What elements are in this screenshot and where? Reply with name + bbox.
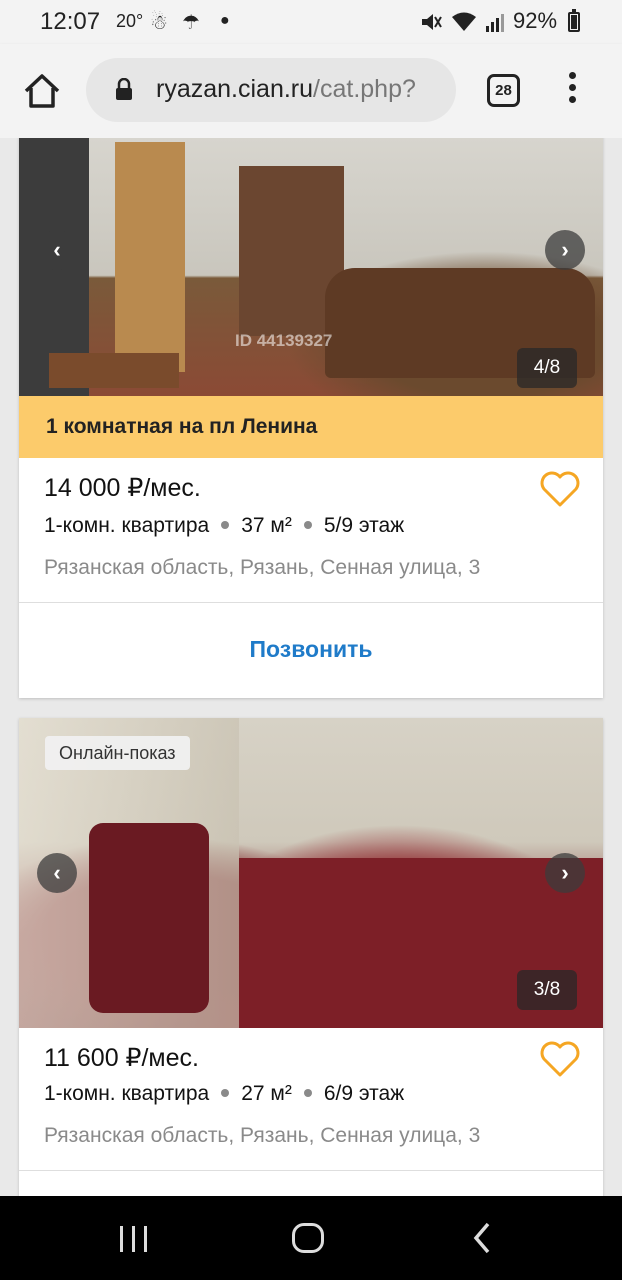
- divider: [19, 1170, 603, 1171]
- online-showing-badge: Онлайн-показ: [45, 736, 190, 770]
- table-image: [49, 353, 179, 388]
- call-button[interactable]: Позвонить: [19, 606, 603, 692]
- favorite-heart-icon[interactable]: [539, 1040, 581, 1078]
- prev-photo-button[interactable]: ‹: [37, 230, 77, 270]
- wifi-icon: [452, 12, 476, 31]
- home-nav-icon[interactable]: [292, 1223, 324, 1253]
- status-bar: 12:07 20° ☃ ☂ ● 92%: [0, 0, 622, 44]
- listing-rooms: 1-комн. квартира: [44, 1082, 210, 1105]
- wardrobe-image: [115, 142, 185, 372]
- tabs-button[interactable]: 28: [487, 74, 520, 107]
- listing-area: 37 м²: [241, 514, 292, 537]
- home-icon[interactable]: [22, 71, 62, 111]
- divider: [19, 602, 603, 603]
- listing-details: 1-комн. квартира 37 м² 5/9 этаж: [44, 514, 404, 538]
- listing-title-banner: 1 комнатная на пл Ленина: [19, 396, 603, 458]
- separator-dot: [303, 1088, 312, 1097]
- armchair-image: [89, 823, 209, 1013]
- signal-icon: [486, 14, 504, 32]
- back-icon[interactable]: [470, 1220, 494, 1256]
- mute-icon: [422, 14, 442, 30]
- listing-photo[interactable]: ID 44139327 ‹ › 4/8: [19, 138, 603, 396]
- dot-icon: ●: [220, 12, 230, 29]
- system-nav-bar: [0, 1196, 622, 1280]
- url-path: /cat.php?: [313, 75, 416, 103]
- listing-address: Рязанская область, Рязань, Сенная улица,…: [44, 1124, 481, 1147]
- listing-price: 11 600 ₽/мес.: [44, 1044, 199, 1072]
- url-host: ryazan.cian.ru: [156, 75, 314, 103]
- separator-dot: [221, 520, 230, 529]
- favorite-heart-icon[interactable]: [539, 470, 581, 508]
- listing-card[interactable]: ID 44139327 ‹ › 4/8 1 комнатная на пл Ле…: [19, 138, 603, 698]
- recent-apps-icon[interactable]: [120, 1226, 150, 1252]
- photo-counter: 3/8: [517, 970, 577, 1010]
- listing-card[interactable]: Онлайн-показ ‹ › 3/8 11 600 ₽/мес. 1-ком…: [19, 718, 603, 1196]
- umbrella-icon: ☂: [182, 12, 200, 34]
- listing-photo[interactable]: Онлайн-показ ‹ › 3/8: [19, 718, 603, 1028]
- next-photo-button[interactable]: ›: [545, 230, 585, 270]
- listing-rooms: 1-комн. квартира: [44, 514, 210, 537]
- photo-counter: 4/8: [517, 348, 577, 388]
- photo-watermark: ID 44139327: [235, 331, 333, 350]
- person-icon: ☃: [150, 12, 168, 34]
- separator-dot: [303, 520, 312, 529]
- status-time: 12:07: [40, 8, 101, 35]
- url-text: ryazan.cian.ru/cat.php?: [156, 75, 416, 104]
- lock-icon: [116, 78, 132, 100]
- next-photo-button[interactable]: ›: [545, 853, 585, 893]
- browser-toolbar: ryazan.cian.ru/cat.php? 28: [0, 44, 622, 138]
- prev-photo-button[interactable]: ‹: [37, 853, 77, 893]
- status-temperature: 20°: [116, 11, 144, 31]
- listing-area: 27 м²: [241, 1082, 292, 1105]
- overflow-menu-icon[interactable]: [560, 72, 584, 112]
- separator-dot: [221, 1088, 230, 1097]
- listing-address: Рязанская область, Рязань, Сенная улица,…: [44, 556, 481, 579]
- battery-icon: [568, 9, 580, 32]
- listing-details: 1-комн. квартира 27 м² 6/9 этаж: [44, 1082, 404, 1106]
- listings-feed: ID 44139327 ‹ › 4/8 1 комнатная на пл Ле…: [0, 138, 622, 1196]
- listing-floor: 6/9 этаж: [323, 1082, 405, 1105]
- listing-floor: 5/9 этаж: [323, 514, 405, 537]
- listing-price: 14 000 ₽/мес.: [44, 474, 201, 502]
- battery-percent: 92%: [513, 8, 558, 33]
- address-bar[interactable]: ryazan.cian.ru/cat.php?: [86, 58, 456, 122]
